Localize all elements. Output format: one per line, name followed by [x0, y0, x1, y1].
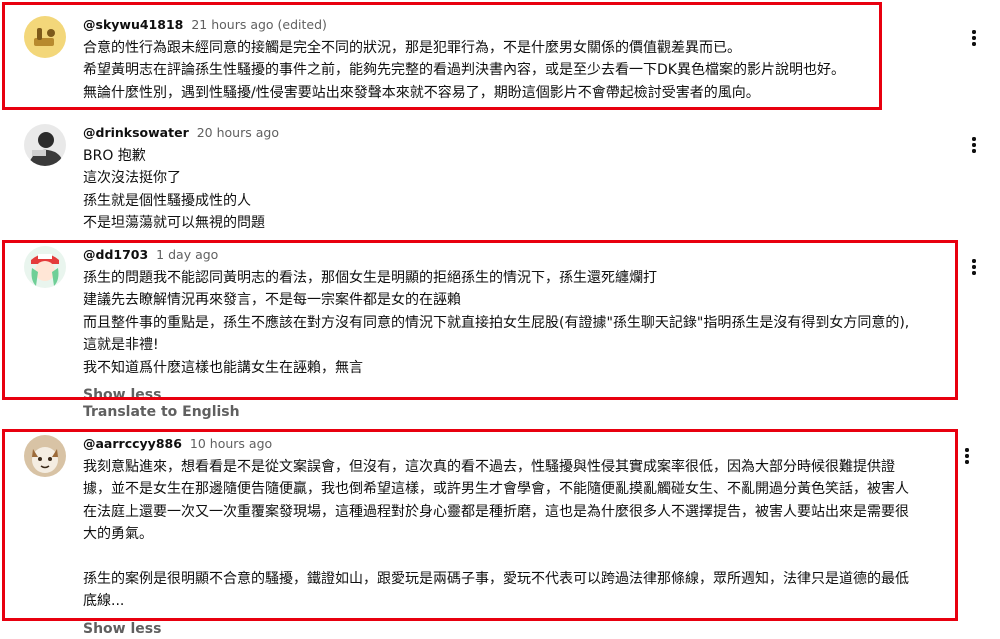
avatar[interactable]	[24, 16, 66, 58]
comment-timestamp[interactable]: 10 hours ago	[190, 436, 272, 451]
comment-line: 合意的性行為跟未經同意的接觸是完全不同的狀況，那是犯罪行為，不是什麼男女關係的價…	[83, 40, 741, 56]
comment-line: 我刻意點進來，想看看是不是從文案誤會，但沒有，這次真的看不過去，性騷擾與性侵其實…	[83, 459, 895, 475]
comment-line: 底線...	[83, 593, 125, 610]
comment-line: 據，並不是女生在那邊隨便告隨便贏，我也倒希望這樣，或許男生才會學會，不能隨便亂摸…	[83, 481, 909, 498]
show-less-button[interactable]: Show less	[83, 385, 940, 405]
avatar[interactable]	[24, 435, 66, 477]
comment-author[interactable]: @skywu41818	[83, 17, 183, 32]
comment-text: 我刻意點進來，想看看是不是從文案誤會，但沒有，這次真的看不過去，性騷擾與性侵其實…	[83, 456, 940, 613]
more-options-icon[interactable]	[966, 133, 982, 157]
comment-text: BRO 抱歉 這次沒法挺你了 孫生就是個性騷擾成性的人 不是坦蕩蕩就可以無視的問…	[83, 145, 940, 235]
more-options-icon[interactable]	[966, 255, 982, 279]
comment-text: 孫生的問題我不能認同黃明志的看法，那個女生是明顯的拒絕孫生的情況下，孫生還死纏爛…	[83, 267, 940, 379]
comment-line: 我不知道爲什麽這樣也能講女生在誣賴，無言	[83, 359, 363, 376]
avatar[interactable]	[24, 246, 66, 288]
comment-author[interactable]: @aarrccyy886	[83, 436, 182, 451]
comment-line	[83, 546, 940, 568]
comment-line: 這次沒法挺你了	[83, 170, 181, 187]
comment-author[interactable]: @drinksowater	[83, 125, 189, 140]
comment-line: 這就是非禮!	[83, 337, 159, 354]
more-options-icon[interactable]	[966, 26, 982, 50]
comment-line: 在法庭上還要一次又一次重覆案發現場，這種過程對於身心靈都是種折磨，這也是為什麼很…	[83, 503, 909, 520]
translate-button[interactable]: Translate to English	[83, 404, 240, 420]
comment-timestamp[interactable]: 21 hours ago (edited)	[191, 17, 327, 32]
comment-text: 合意的性行為跟未經同意的接觸是完全不同的狀況，那是犯罪行為，不是什麼男女關係的價…	[83, 37, 940, 104]
comment-line: 建議先去瞭解情況再來發言，不是每一宗案件都是女的在誣賴	[83, 292, 461, 309]
comment-line: 孫生就是個性騷擾成性的人	[83, 192, 251, 209]
comment-line: 大的勇氣。	[83, 526, 153, 543]
comment-timestamp[interactable]: 20 hours ago	[197, 125, 279, 140]
comment-line: 而且整件事的重點是，孫生不應該在對方沒有同意的情況下就直接拍女生屁股(有證據"孫…	[83, 314, 910, 331]
comment-timestamp[interactable]: 1 day ago	[156, 247, 218, 262]
show-less-button[interactable]: Show less	[83, 619, 940, 639]
comment-line: 不是坦蕩蕩就可以無視的問題	[83, 215, 265, 232]
avatar[interactable]	[24, 124, 66, 166]
comment-line: 無論什麼性別，遇到性騷擾/性侵害要站出來發聲本來就不容易了，期盼這個影片不會帶起…	[83, 84, 760, 101]
comment-line: 孫生的案例是很明顯不合意的騷擾，鐵證如山，跟愛玩是兩碼子事，愛玩不代表可以跨過法…	[83, 571, 909, 588]
comment-line: 孫生的問題我不能認同黃明志的看法，那個女生是明顯的拒絕孫生的情況下，孫生還死纏爛…	[83, 270, 657, 286]
more-options-icon[interactable]	[959, 444, 975, 468]
comment-line: 希望黃明志在評論孫生性騷擾的事件之前，能夠先完整的看過判決書內容，或是至少去看一…	[83, 62, 845, 79]
comment-line: BRO 抱歉	[83, 148, 146, 164]
comment-author[interactable]: @dd1703	[83, 247, 148, 262]
